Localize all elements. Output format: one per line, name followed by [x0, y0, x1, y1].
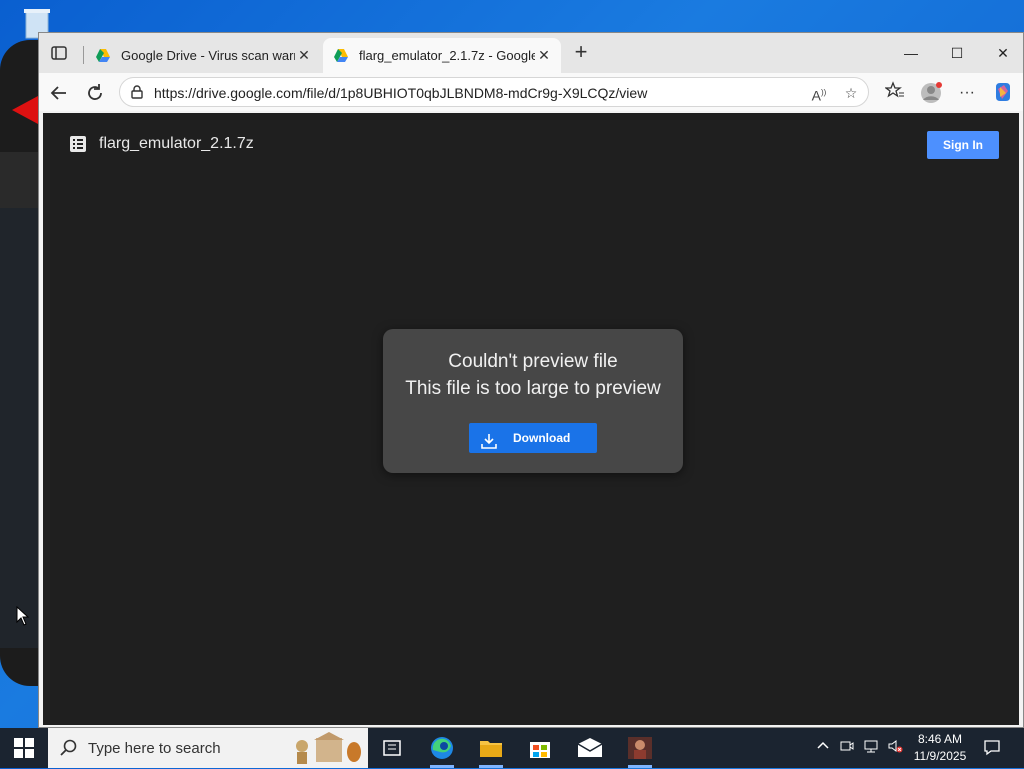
file-title: flarg_emulator_2.1.7z	[99, 135, 254, 152]
close-tab-icon[interactable]: ✕	[295, 47, 313, 64]
download-button[interactable]: Download	[469, 423, 597, 453]
maximize-button[interactable]: ☐	[935, 39, 979, 67]
read-aloud-icon[interactable]: A))	[808, 82, 830, 104]
mouse-cursor-icon	[16, 605, 30, 631]
system-clock[interactable]: 8:46 AM 11/9/2025	[908, 731, 972, 765]
tab-bar: Google Drive - Virus scan warning ✕ flar…	[39, 33, 1023, 73]
sign-in-button[interactable]: Sign In	[927, 131, 999, 159]
url-text[interactable]: https://drive.google.com/file/d/1p8UBHIO…	[154, 85, 647, 101]
meet-now-icon[interactable]	[838, 738, 856, 758]
search-icon	[60, 739, 78, 757]
download-label: Download	[513, 431, 571, 445]
preview-error-message: This file is too large to preview	[405, 378, 661, 399]
google-drive-icon	[95, 48, 111, 64]
show-hidden-icons-chevron-icon[interactable]	[814, 738, 832, 758]
browser-toolbar: https://drive.google.com/file/d/1p8UBHIO…	[39, 73, 1023, 111]
minimize-button[interactable]: —	[889, 39, 933, 67]
close-window-button[interactable]: ✕	[981, 39, 1024, 67]
network-icon[interactable]	[862, 738, 880, 758]
tab-title: flarg_emulator_2.1.7z - Google Drive	[359, 48, 535, 63]
tab-actions-icon[interactable]	[49, 43, 69, 63]
address-bar[interactable]: https://drive.google.com/file/d/1p8UBHIO…	[119, 77, 869, 107]
microsoft-store-icon[interactable]	[520, 732, 560, 764]
back-arrow-icon	[50, 86, 66, 100]
refresh-button[interactable]	[83, 81, 107, 105]
clock-date: 11/9/2025	[913, 749, 967, 763]
lock-icon[interactable]	[130, 85, 144, 99]
edge-browser-icon[interactable]	[422, 732, 462, 768]
taskbar: Type here to search 8:46 AM 11/9/2025	[0, 728, 1024, 768]
browser-window: Google Drive - Virus scan warning ✕ flar…	[38, 32, 1024, 728]
mail-icon[interactable]	[570, 732, 610, 764]
back-button[interactable]	[47, 81, 71, 105]
file-archive-icon	[69, 135, 87, 153]
close-tab-icon[interactable]: ✕	[535, 47, 553, 64]
preview-error-dialog: Couldn't preview file This file is too l…	[383, 329, 683, 473]
profile-avatar-icon[interactable]	[919, 81, 943, 105]
download-icon	[481, 430, 497, 449]
copilot-icon[interactable]	[991, 81, 1015, 105]
clock-time: 8:46 AM	[917, 732, 963, 746]
more-options-icon[interactable]: ···	[955, 81, 979, 105]
search-highlight-image	[292, 732, 364, 764]
new-tab-button[interactable]: +	[569, 41, 593, 65]
refresh-icon	[88, 84, 102, 100]
favorites-icon[interactable]	[883, 81, 907, 105]
task-view-icon[interactable]	[372, 732, 412, 764]
favorite-star-icon[interactable]: ☆	[840, 82, 862, 104]
notifications-icon[interactable]	[982, 738, 1002, 758]
tab-flarg-emulator[interactable]: flarg_emulator_2.1.7z - Google Drive ✕	[323, 38, 561, 73]
search-placeholder: Type here to search	[88, 740, 221, 757]
pinned-app-icon[interactable]	[620, 732, 660, 768]
file-explorer-icon[interactable]	[471, 732, 511, 768]
taskbar-search-box[interactable]: Type here to search	[48, 728, 368, 768]
tab-virus-scan-warning[interactable]: Google Drive - Virus scan warning ✕	[85, 38, 321, 73]
google-drive-icon	[333, 48, 349, 64]
windows-start-icon[interactable]	[14, 738, 34, 758]
background-arrow-icon	[12, 96, 38, 124]
preview-error-title: Couldn't preview file	[448, 351, 618, 372]
drive-viewer: flarg_emulator_2.1.7z Sign In Couldn't p…	[43, 113, 1019, 725]
volume-muted-icon[interactable]	[886, 738, 904, 758]
tab-separator	[83, 46, 84, 64]
tab-title: Google Drive - Virus scan warning	[121, 48, 295, 63]
